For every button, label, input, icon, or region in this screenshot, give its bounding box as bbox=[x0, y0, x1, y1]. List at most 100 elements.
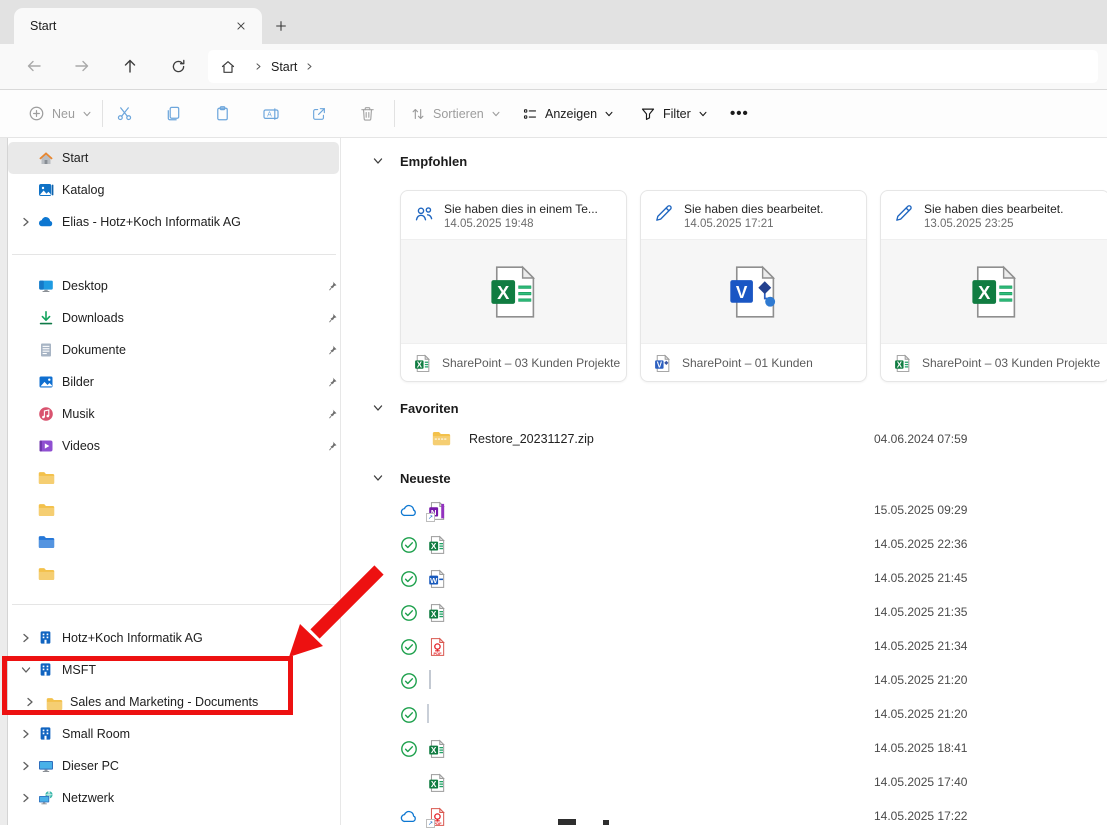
word-file-icon bbox=[427, 569, 447, 589]
copy-button[interactable] bbox=[165, 90, 182, 137]
pdf-file-icon: ↗ bbox=[427, 807, 447, 827]
chevron-down-icon[interactable] bbox=[372, 155, 384, 167]
recent-file-row[interactable]: 14.05.2025 22:36 bbox=[341, 528, 1107, 562]
sidebar-item-folder[interactable] bbox=[8, 558, 339, 590]
chevron-right-icon[interactable] bbox=[20, 760, 32, 772]
home-colored-icon bbox=[38, 150, 54, 166]
sidebar-item-bilder[interactable]: Bilder bbox=[8, 366, 339, 398]
up-button[interactable] bbox=[120, 56, 140, 76]
new-button[interactable]: Neu bbox=[28, 90, 92, 137]
recent-files-list: ↗ 15.05.2025 09:29 14.05.2025 22:36 14.0… bbox=[341, 494, 1107, 825]
folder-icon bbox=[38, 566, 54, 582]
music-icon bbox=[38, 406, 54, 422]
chevron-right-icon[interactable] bbox=[20, 632, 32, 644]
chevron-right-icon[interactable] bbox=[20, 792, 32, 804]
excel-file-icon bbox=[427, 773, 447, 793]
new-tab-button[interactable] bbox=[268, 13, 294, 39]
sidebar-item-folder[interactable] bbox=[8, 494, 339, 526]
recent-file-row[interactable]: 14.05.2025 21:35 bbox=[341, 596, 1107, 630]
excel-file-icon bbox=[427, 603, 447, 623]
sidebar-item-katalog[interactable]: Katalog bbox=[8, 174, 339, 206]
sidebar-item-netzwerk[interactable]: Netzwerk bbox=[8, 782, 339, 814]
sidebar-item-small-room[interactable]: Small Room bbox=[8, 718, 339, 750]
videos-icon bbox=[38, 438, 54, 454]
sidebar-item-onedrive[interactable]: Elias - Hotz+Koch Informatik AG bbox=[8, 206, 339, 238]
recent-file-row[interactable]: 14.05.2025 21:45 bbox=[341, 562, 1107, 596]
cut-button[interactable] bbox=[116, 90, 133, 137]
forward-button[interactable] bbox=[72, 56, 92, 76]
sidebar-item-dieser-pc[interactable]: Dieser PC bbox=[8, 750, 339, 782]
chevron-down-icon[interactable] bbox=[372, 472, 384, 484]
favorite-file-row[interactable]: Restore_20231127.zip 04.06.2024 07:59 bbox=[341, 423, 1107, 457]
excel-file-icon bbox=[413, 354, 432, 373]
tab-close-button[interactable] bbox=[230, 15, 252, 37]
recent-file-row[interactable]: 14.05.2025 18:41 bbox=[341, 732, 1107, 766]
annotation-highlight-box bbox=[2, 656, 293, 715]
recent-file-row[interactable]: 14.05.2025 21:20 bbox=[341, 698, 1107, 732]
pin-icon bbox=[326, 312, 338, 324]
section-neueste[interactable]: Neueste bbox=[372, 469, 451, 487]
sidebar-item-dokumente[interactable]: Dokumente bbox=[8, 334, 339, 366]
sort-button[interactable]: Sortieren bbox=[410, 90, 501, 137]
home-icon[interactable] bbox=[220, 59, 236, 75]
shortcut-arrow-icon: ↗ bbox=[426, 819, 435, 828]
share-button[interactable] bbox=[311, 90, 327, 137]
explorer-tab-start[interactable]: Start bbox=[14, 8, 262, 44]
delete-button[interactable] bbox=[359, 90, 376, 137]
more-options-button[interactable]: ••• bbox=[730, 90, 749, 137]
sidebar-section-divider bbox=[12, 604, 336, 605]
breadcrumb-chevron-icon[interactable] bbox=[305, 62, 314, 71]
sidebar-item-start[interactable]: Start bbox=[8, 142, 339, 174]
back-button[interactable] bbox=[24, 56, 44, 76]
section-favoriten[interactable]: Favoriten bbox=[372, 399, 459, 417]
pin-icon bbox=[326, 440, 338, 452]
sidebar-item-org-hotzkoch[interactable]: Hotz+Koch Informatik AG bbox=[8, 622, 339, 654]
recent-file-row[interactable]: ↗ 14.05.2025 17:22 bbox=[341, 800, 1107, 834]
pencil-icon bbox=[654, 204, 674, 224]
view-button[interactable]: Anzeigen bbox=[522, 90, 614, 137]
onedrive-cloud-icon bbox=[38, 214, 54, 230]
onenote-file-icon: ↗ bbox=[427, 501, 447, 521]
people-icon bbox=[414, 204, 434, 224]
visio-file-icon bbox=[653, 354, 672, 373]
breadcrumb-chevron-icon bbox=[254, 62, 263, 71]
rename-button[interactable] bbox=[262, 90, 280, 137]
recent-file-row[interactable]: ↗ 15.05.2025 09:29 bbox=[341, 494, 1107, 528]
navigation-bar: Start bbox=[0, 44, 1107, 90]
sidebar-item-desktop[interactable]: Desktop bbox=[8, 270, 339, 302]
image-file-thumbnail bbox=[427, 705, 447, 725]
pin-icon bbox=[326, 344, 338, 356]
chevron-right-icon[interactable] bbox=[20, 216, 32, 228]
building-icon bbox=[38, 726, 54, 742]
recent-file-row[interactable]: 14.05.2025 21:20 bbox=[341, 664, 1107, 698]
section-empfohlen[interactable]: Empfohlen bbox=[372, 152, 467, 170]
refresh-button[interactable] bbox=[168, 56, 188, 76]
filter-button[interactable]: Filter bbox=[640, 90, 708, 137]
visio-file-thumbnail bbox=[641, 239, 866, 344]
synced-check-icon bbox=[400, 604, 418, 622]
sidebar-item-folder[interactable] bbox=[8, 462, 339, 494]
paste-button[interactable] bbox=[214, 90, 231, 137]
clipped-text-fragment bbox=[603, 820, 609, 825]
chevron-right-icon[interactable] bbox=[20, 728, 32, 740]
recommended-card[interactable]: Sie haben dies bearbeitet. 13.05.2025 23… bbox=[880, 190, 1107, 382]
pictures-icon bbox=[38, 374, 54, 390]
recent-file-row[interactable]: 14.05.2025 21:34 bbox=[341, 630, 1107, 664]
documents-icon bbox=[38, 342, 54, 358]
recent-file-row[interactable]: 14.05.2025 17:40 bbox=[341, 766, 1107, 800]
cloud-status-icon bbox=[400, 808, 418, 826]
recommended-card[interactable]: Sie haben dies bearbeitet. 14.05.2025 17… bbox=[640, 190, 867, 382]
tab-strip: Start bbox=[0, 0, 1107, 44]
breadcrumb-item-start[interactable]: Start bbox=[271, 60, 297, 74]
navigation-pane: Start Katalog Elias - Hotz+Koch Informat… bbox=[8, 138, 340, 825]
chevron-down-icon[interactable] bbox=[372, 402, 384, 414]
folder-icon bbox=[38, 502, 54, 518]
recommended-card[interactable]: Sie haben dies in einem Te... 14.05.2025… bbox=[400, 190, 627, 382]
blue-folder-icon bbox=[38, 534, 54, 550]
sidebar-item-videos[interactable]: Videos bbox=[8, 430, 339, 462]
sidebar-item-downloads[interactable]: Downloads bbox=[8, 302, 339, 334]
breadcrumb[interactable]: Start bbox=[208, 50, 1098, 83]
toolbar-divider bbox=[102, 100, 103, 127]
sidebar-item-folder[interactable] bbox=[8, 526, 339, 558]
sidebar-item-musik[interactable]: Musik bbox=[8, 398, 339, 430]
